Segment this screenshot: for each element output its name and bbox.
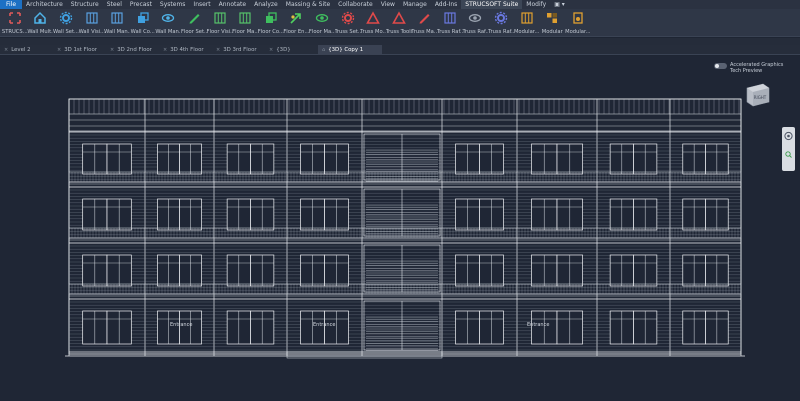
pencil-icon xyxy=(417,11,431,25)
close-icon[interactable]: × xyxy=(269,45,273,55)
menu-strucsoft-suite[interactable]: STRUCSOFT Suite xyxy=(461,0,523,9)
ribbon-button-floor-ma-12[interactable]: Floor Ma... xyxy=(309,9,335,37)
view-tab-2[interactable]: × 3D 2nd Floor xyxy=(106,45,159,55)
ribbon-toolbar: STRUCS... Wall Mult... Wall Set... Wall Vis… xyxy=(0,9,800,37)
building-elevation xyxy=(65,98,745,359)
ribbon-button-wall-co-5[interactable]: Wall Co... xyxy=(130,9,156,37)
entrance-label-left: Entrance xyxy=(170,322,193,328)
view-tab-3[interactable]: × 3D 4th Floor xyxy=(159,45,212,55)
menu-steel[interactable]: Steel xyxy=(103,0,126,9)
eye-icon xyxy=(468,11,482,25)
ribbon-button-modular-22[interactable]: Modular... xyxy=(565,9,591,37)
ribbon-button-truss-raf-19[interactable]: Truss Raf... xyxy=(488,9,514,37)
ribbon-button-floor-visi-8[interactable]: Floor Visi... xyxy=(207,9,233,37)
graphics-preview-toggle[interactable]: Accelerated Graphics Tech Preview xyxy=(714,62,783,74)
close-icon[interactable]: × xyxy=(57,45,61,55)
entrance-label-mid: Entrance xyxy=(313,322,336,328)
ribbon-button-wall-visi-3[interactable]: Wall Visi... xyxy=(79,9,105,37)
view-tab-1[interactable]: × 3D 1st Floor xyxy=(53,45,106,55)
close-icon[interactable]: × xyxy=(110,45,114,55)
brackets-icon xyxy=(8,11,22,25)
menu-file[interactable]: File xyxy=(0,0,23,9)
ribbon-button-truss-ma-16[interactable]: Truss Ma... xyxy=(411,9,437,37)
menu-modify[interactable]: Modify xyxy=(522,0,550,9)
grid-icon xyxy=(213,11,227,25)
menu-insert[interactable]: Insert xyxy=(189,0,214,9)
view-tab-0[interactable]: × Level 2 xyxy=(0,45,53,55)
grid-icon xyxy=(443,11,457,25)
menu-systems[interactable]: Systems xyxy=(156,0,190,9)
ribbon-button-strucs-0[interactable]: STRUCS... xyxy=(2,9,28,37)
navigation-bar[interactable] xyxy=(782,127,795,171)
view-tab-5[interactable]: × {3D} xyxy=(265,45,318,55)
menu-add-ins[interactable]: Add-Ins xyxy=(431,0,461,9)
ribbon-button-wall-set-2[interactable]: Wall Set... xyxy=(53,9,79,37)
menu-annotate[interactable]: Annotate xyxy=(215,0,250,9)
menu-view[interactable]: View xyxy=(377,0,399,9)
arrow-icon xyxy=(289,11,303,25)
stack-icon xyxy=(136,11,150,25)
ribbon-button-floor-ma-9[interactable]: Floor Ma... xyxy=(232,9,258,37)
ribbon-button-truss-set-13[interactable]: Truss Set... xyxy=(335,9,361,37)
preview-label-2: Tech Preview xyxy=(730,68,763,74)
menu-bar: File Architecture Structure Steel Precast Sys… xyxy=(0,0,800,9)
menu-collaborate[interactable]: Collaborate xyxy=(334,0,377,9)
cubes-icon xyxy=(545,11,559,25)
menu-massing-site[interactable]: Massing & Site xyxy=(282,0,334,9)
viewcube-face-label: RIGHT xyxy=(754,95,767,100)
viewcube[interactable]: RIGHT xyxy=(743,80,771,110)
gear-icon xyxy=(59,11,73,25)
close-icon[interactable]: ⌂ xyxy=(322,45,325,55)
view-tabs: × Level 2 × 3D 1st Floor × 3D 2nd Floor × 3D 4t… xyxy=(0,44,800,55)
close-icon[interactable]: × xyxy=(4,45,8,55)
pencil-icon xyxy=(187,11,201,25)
menu-architecture[interactable]: Architecture xyxy=(22,0,67,9)
menu-[interactable]: ▣ ▾ xyxy=(550,0,569,9)
triangle-icon xyxy=(391,11,406,25)
close-icon[interactable]: × xyxy=(163,45,167,55)
gear-icon xyxy=(341,11,355,25)
ribbon-button-truss-tools-15[interactable]: Truss Tools xyxy=(386,9,412,37)
ribbon-button-modular-21[interactable]: Modular xyxy=(539,9,565,37)
eye-icon xyxy=(315,11,329,25)
ribbon-button-floor-en-11[interactable]: Floor En... xyxy=(283,9,309,37)
triangle-icon xyxy=(366,11,380,25)
ribbon-button-modular-20[interactable]: Modular... xyxy=(514,9,540,37)
ribbon-button-wall-man-6[interactable]: Wall Man... xyxy=(155,9,181,37)
house-icon xyxy=(33,11,47,25)
close-icon[interactable]: × xyxy=(216,45,220,55)
doc-icon xyxy=(571,11,585,25)
grid-icon xyxy=(238,11,252,25)
toggle-switch[interactable] xyxy=(714,63,727,69)
menu-structure[interactable]: Structure xyxy=(67,0,103,9)
grid-icon xyxy=(85,11,99,25)
view-tab-4[interactable]: × 3D 3rd Floor xyxy=(212,45,265,55)
zoom-icon[interactable] xyxy=(785,151,792,158)
eye-icon xyxy=(161,11,175,25)
menu-manage[interactable]: Manage xyxy=(399,0,431,9)
ribbon-button-floor-set-7[interactable]: Floor Set... xyxy=(181,9,207,37)
3d-viewport[interactable] xyxy=(0,56,800,401)
view-tab-6[interactable]: ⌂ {3D} Copy 1 xyxy=(318,44,382,55)
stack-icon xyxy=(264,11,278,25)
menu-analyze[interactable]: Analyze xyxy=(250,0,282,9)
ribbon-button-floor-co-10[interactable]: Floor Co... xyxy=(258,9,284,37)
ribbon-button-truss-raf-18[interactable]: Truss Raf... xyxy=(462,9,488,37)
ribbon-button-wall-man-4[interactable]: Wall Man... xyxy=(104,9,130,37)
ribbon-button-wall-mult-1[interactable]: Wall Mult... xyxy=(27,9,53,37)
ribbon-button-truss-mo-14[interactable]: Truss Mo... xyxy=(360,9,386,37)
entrance-label-right: Entrance xyxy=(527,322,550,328)
ribbon-button-truss-raf-17[interactable]: Truss Raf... xyxy=(437,9,463,37)
steering-wheel-icon[interactable] xyxy=(784,131,793,141)
grid-icon xyxy=(110,11,124,25)
grid-icon xyxy=(520,11,534,25)
gear-icon xyxy=(494,11,508,25)
menu-precast[interactable]: Precast xyxy=(126,0,156,9)
